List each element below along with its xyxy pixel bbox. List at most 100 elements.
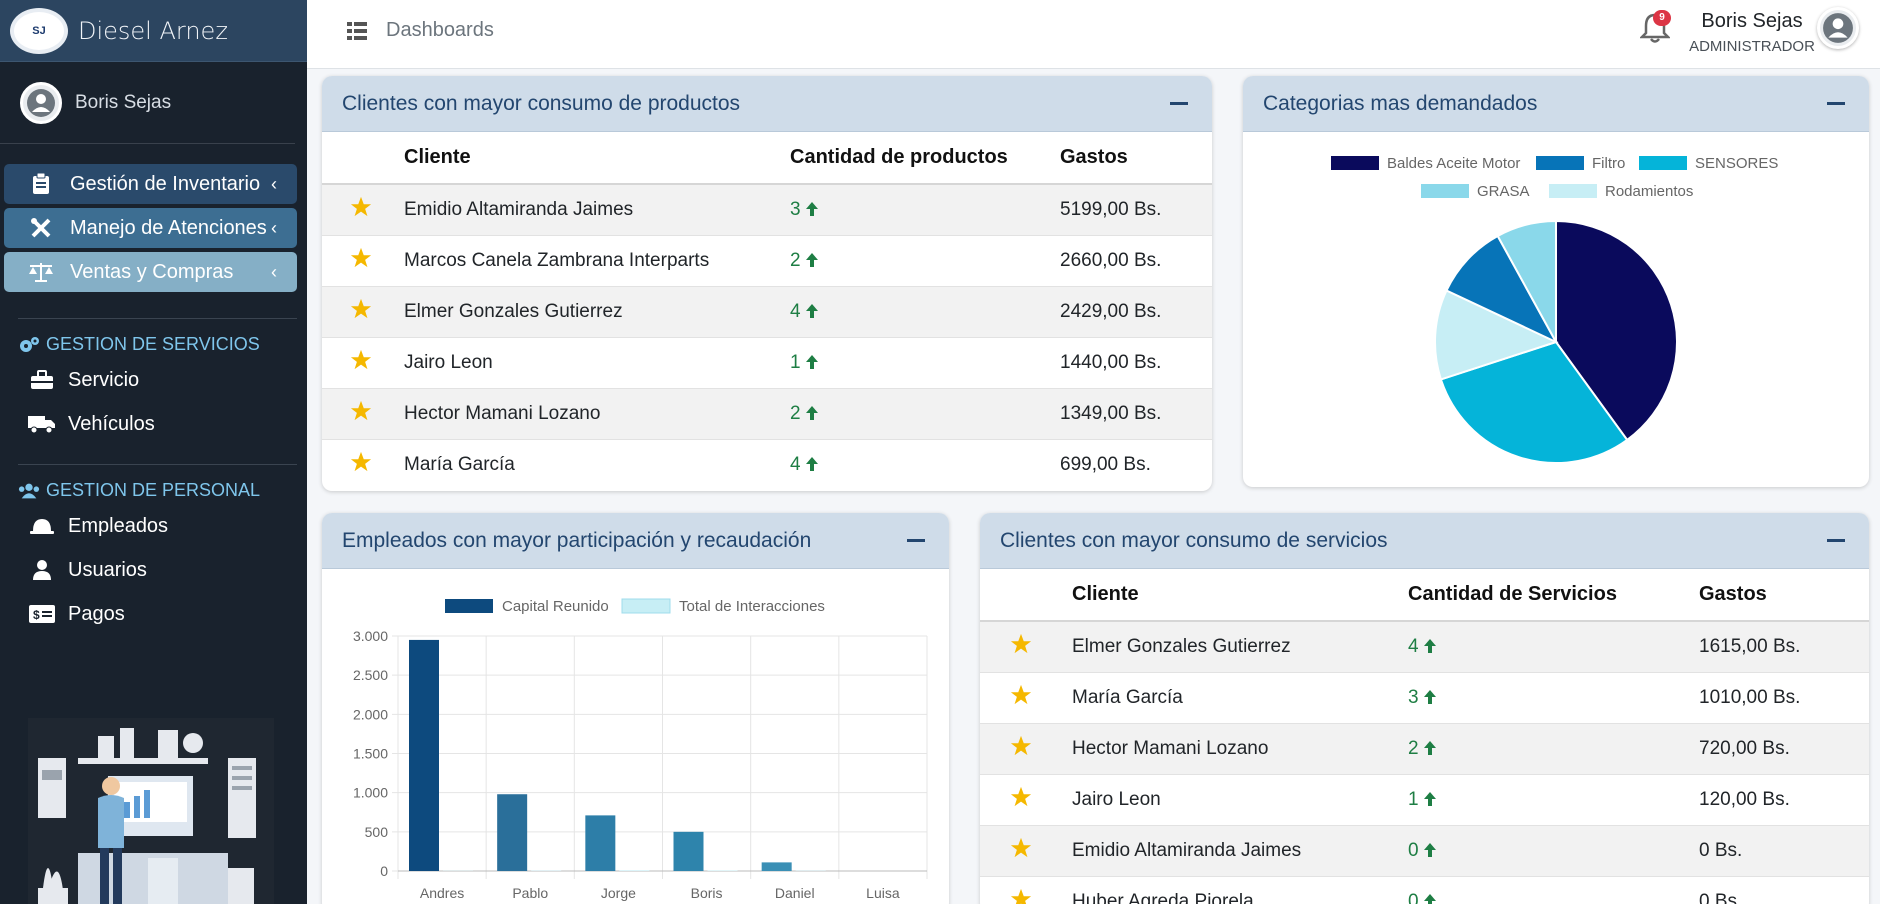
bar-capital-daniel[interactable] [761, 862, 792, 871]
y-tick-label: 2.000 [353, 706, 388, 722]
spent-value: 699,00 Bs. [1060, 438, 1212, 490]
bar-capital-pablo[interactable] [497, 794, 528, 871]
client-name: Emidio Altamiranda Jaimes [404, 183, 790, 235]
users-icon [18, 482, 40, 500]
star-icon [350, 349, 372, 369]
table-row: Huber Agreda Piorela 0 0 Bs. [980, 875, 1869, 904]
legend-item[interactable]: Baldes Aceite Motor [1331, 155, 1520, 172]
client-name: María García [404, 438, 790, 490]
nav-usuarios[interactable]: Usuarios [0, 548, 307, 592]
warehouse-illustration [28, 718, 274, 904]
nav-servicio[interactable]: Servicio [0, 358, 307, 402]
col-icon [322, 132, 404, 185]
brand[interactable]: SJ Diesel Arnez [0, 0, 307, 62]
categories-pie-chart: Baldes Aceite Motor Filtro SENSORES GRASA Ro… [1331, 155, 1778, 464]
nav-label: Vehículos [68, 412, 155, 435]
client-name: Emidio Altamiranda Jaimes [1072, 824, 1408, 876]
card-top-product-clients: Clientes con mayor consumo de productos … [322, 76, 1212, 491]
table-row: Hector Mamani Lozano 2 720,00 Bs. [980, 722, 1869, 774]
nav-pagos[interactable]: $ Pagos [0, 592, 307, 636]
legend-item[interactable]: SENSORES [1639, 155, 1778, 172]
table-row: Jairo Leon 1 120,00 Bs. [980, 773, 1869, 825]
minimize-icon[interactable] [907, 539, 925, 542]
qty-cell: 2 [1408, 722, 1699, 774]
spent-value: 1349,00 Bs. [1060, 387, 1212, 439]
spent-value: 720,00 Bs. [1699, 722, 1869, 774]
header-user-block[interactable]: Boris Sejas ADMINISTRADOR [1687, 10, 1817, 55]
menu-toggle-icon[interactable] [347, 22, 367, 40]
header-user-name: Boris Sejas [1701, 10, 1803, 32]
nav-empleados[interactable]: Empleados [0, 504, 307, 548]
legend-item[interactable]: Total de Interacciones [621, 598, 825, 615]
x-tick-label: Pablo [512, 885, 548, 901]
arrow-up-icon [1423, 740, 1436, 755]
legend-item[interactable]: GRASA [1421, 183, 1530, 200]
cogs-icon [18, 336, 40, 354]
qty-cell: 0 [1408, 824, 1699, 876]
table-row: Emidio Altamiranda Jaimes 3 5199,00 Bs. [322, 183, 1212, 235]
bar-capital-andres[interactable] [409, 639, 439, 871]
legend-swatch [1536, 156, 1584, 170]
spent-value: 0 Bs. [1699, 824, 1869, 876]
qty-value: 4 [1408, 635, 1419, 657]
table-row: Elmer Gonzales Gutierrez 4 1615,00 Bs. [980, 620, 1869, 672]
legend-swatch [621, 598, 671, 614]
qty-cell: 3 [790, 183, 1060, 235]
spent-value: 1615,00 Bs. [1699, 620, 1869, 672]
nav-label: Pagos [68, 602, 125, 625]
client-name: Jairo Leon [1072, 773, 1408, 825]
star-icon [1010, 633, 1032, 653]
header-avatar-icon[interactable] [1817, 7, 1859, 49]
client-name: Huber Agreda Piorela [1072, 875, 1408, 904]
sidebar-user-panel[interactable]: Boris Sejas [0, 62, 295, 144]
legend-label: Capital Reunido [502, 598, 609, 615]
card-title: Clientes con mayor consumo de servicios [1000, 528, 1388, 552]
employees-bar-chart: Capital Reunido Total de Interacciones 0 50… [353, 598, 928, 901]
client-name: Elmer Gonzales Gutierrez [1072, 620, 1408, 672]
arrow-up-icon [805, 252, 818, 267]
qty-value: 1 [1408, 788, 1419, 810]
arrow-up-icon [805, 405, 818, 420]
truck-icon [28, 412, 56, 436]
legend-item[interactable]: Filtro [1536, 155, 1625, 172]
spent-value: 0 Bs. [1699, 875, 1869, 904]
section-label: GESTION DE PERSONAL [46, 480, 261, 500]
y-tick-label: 3.000 [353, 628, 388, 644]
minimize-icon[interactable] [1827, 539, 1845, 542]
nav-gestion-inventario[interactable]: Gestión de Inventario ‹ [4, 164, 297, 204]
table-row: María García 4 699,00 Bs. [322, 438, 1212, 490]
star-icon [350, 400, 372, 420]
qty-cell: 4 [790, 438, 1060, 490]
legend-item[interactable]: Rodamientos [1549, 183, 1693, 200]
tools-icon [28, 216, 54, 240]
notification-count-badge: 9 [1653, 10, 1671, 26]
legend-label: Filtro [1592, 155, 1625, 172]
bar-capital-boris[interactable] [673, 831, 704, 871]
qty-cell: 1 [1408, 773, 1699, 825]
card-top-categories: Categorias mas demandados Baldes Aceite … [1243, 76, 1869, 487]
nav-manejo-atenciones[interactable]: Manejo de Atenciones ‹ [4, 208, 297, 248]
breadcrumb[interactable]: Dashboards [386, 19, 494, 42]
bar-capital-jorge[interactable] [585, 815, 616, 871]
star-cell [322, 336, 404, 388]
header-user-role: ADMINISTRADOR [1689, 38, 1815, 55]
arrow-up-icon [805, 303, 818, 318]
col-qty: Cantidad de productos [790, 132, 1060, 185]
bar-interacciones-jorge[interactable] [619, 870, 650, 871]
minimize-icon[interactable] [1170, 102, 1188, 105]
star-cell [322, 438, 404, 490]
qty-cell: 4 [790, 285, 1060, 337]
star-cell [980, 773, 1072, 825]
star-cell [322, 387, 404, 439]
legend-item[interactable]: Capital Reunido [445, 598, 609, 615]
section-gestion-personal: GESTION DE PERSONAL [18, 464, 297, 504]
products-table: Cliente Cantidad de productos Gastos Emi… [322, 132, 1212, 490]
col-client: Cliente [1072, 569, 1408, 622]
card-top-service-clients: Clientes con mayor consumo de servicios … [980, 513, 1869, 904]
services-table: Cliente Cantidad de Servicios Gastos Elm… [980, 569, 1869, 904]
minimize-icon[interactable] [1827, 102, 1845, 105]
clipboard-icon [28, 172, 54, 196]
star-cell [980, 722, 1072, 774]
nav-vehiculos[interactable]: Vehículos [0, 402, 307, 446]
nav-ventas-compras[interactable]: Ventas y Compras ‹ [4, 252, 297, 292]
